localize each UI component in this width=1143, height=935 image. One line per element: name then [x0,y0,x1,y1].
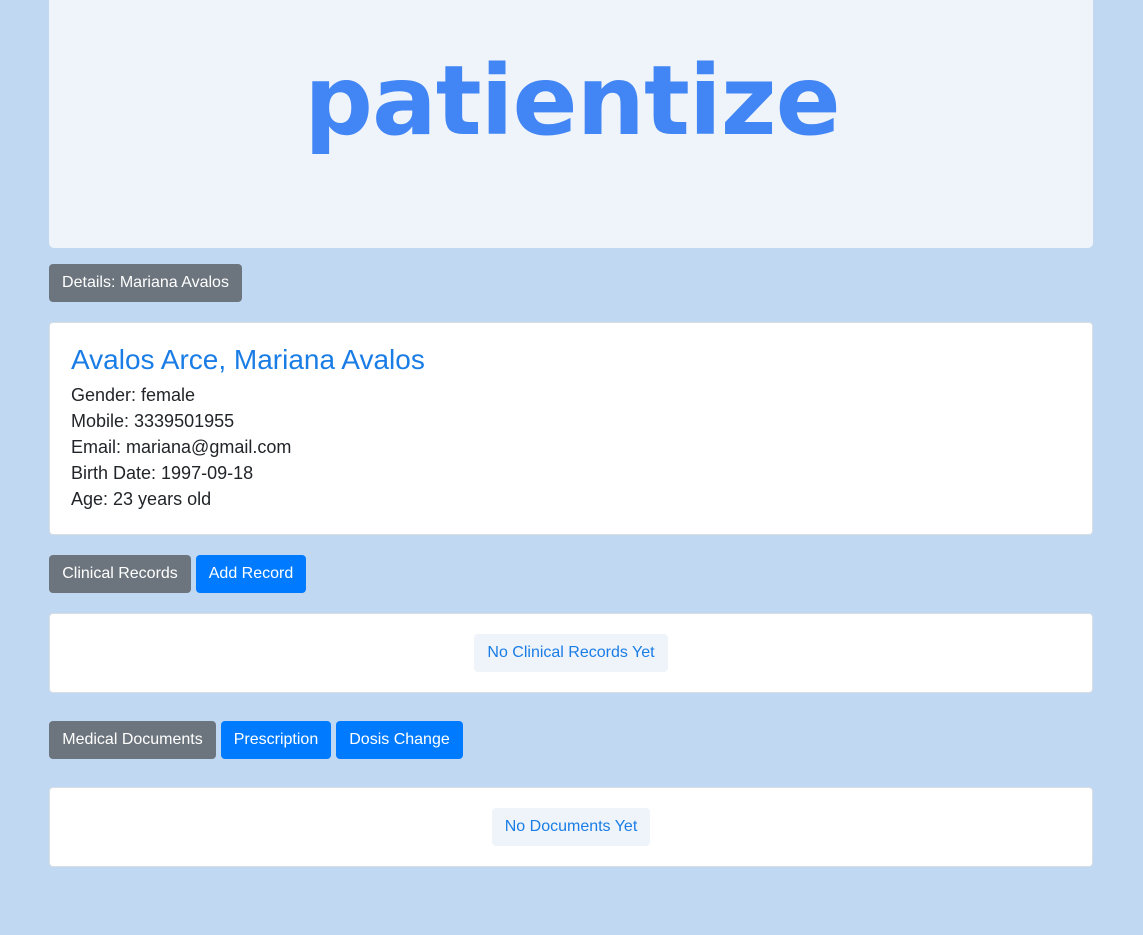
patient-age: Age: 23 years old [71,489,212,509]
header-banner: patientize [49,0,1093,248]
patient-name[interactable]: Avalos Arce, Mariana Avalos [71,344,425,376]
dosis-change-button[interactable]: Dosis Change [336,721,463,759]
patient-card: Avalos Arce, Mariana Avalos Gender: fema… [49,322,1093,535]
no-clinical-records-badge: No Clinical Records Yet [474,634,668,672]
medical-documents-button[interactable]: Medical Documents [49,721,216,759]
patientize-logo[interactable]: patientize [304,53,841,149]
clinical-records-button[interactable]: Clinical Records [49,555,191,593]
patient-gender: Gender: female [71,385,196,405]
add-record-button[interactable]: Add Record [196,555,306,593]
clinical-records-card: No Clinical Records Yet [49,613,1093,693]
patient-email: Email: mariana@gmail.com [71,437,292,457]
patient-birth-date: Birth Date: 1997-09-18 [71,463,254,483]
prescription-button[interactable]: Prescription [221,721,331,759]
patient-mobile: Mobile: 3339501955 [71,411,235,431]
medical-documents-card: No Documents Yet [49,787,1093,867]
no-documents-badge: No Documents Yet [492,808,650,846]
details-button[interactable]: Details: Mariana Avalos [49,264,242,302]
